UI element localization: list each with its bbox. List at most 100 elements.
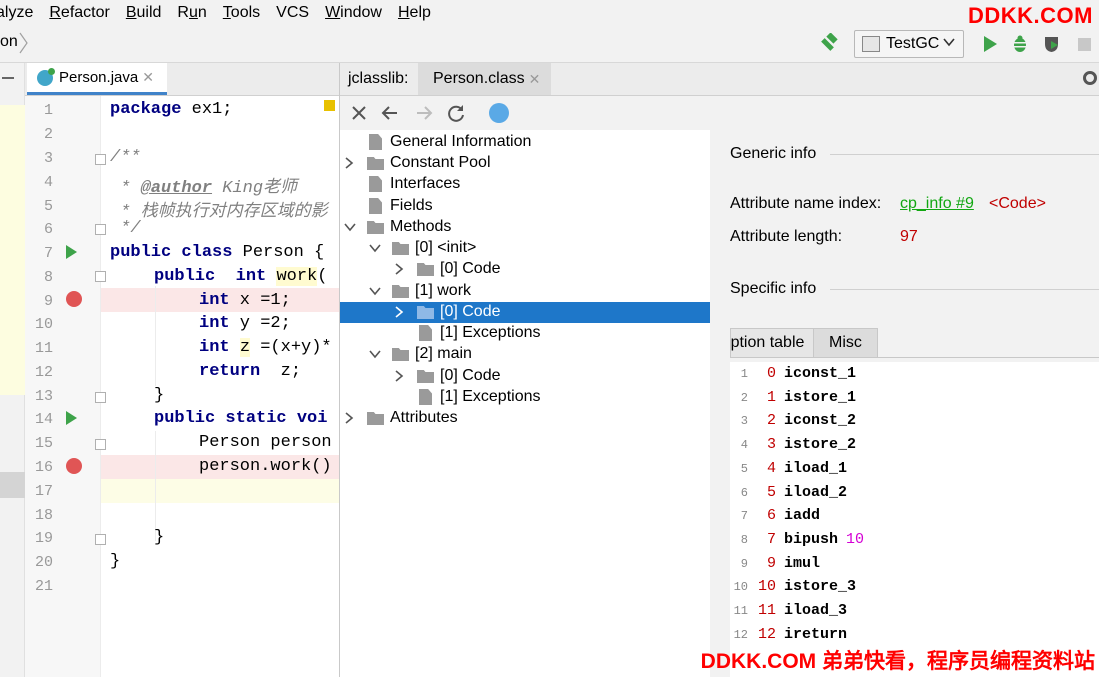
main-toolbar: on TestGC — [0, 25, 1099, 63]
tab-exception-table[interactable]: Exception table — [730, 328, 814, 358]
tree-item-constant-pool[interactable]: Constant Pool — [340, 153, 710, 174]
run-config-select[interactable]: TestGC — [854, 30, 964, 58]
chevron-right-icon[interactable] — [394, 305, 404, 319]
line-number: 4 — [43, 174, 53, 191]
fold-icon[interactable] — [95, 439, 106, 450]
fold-icon[interactable] — [95, 154, 106, 165]
tree-item-methods[interactable]: Methods — [340, 217, 710, 238]
name-index-label: Attribute name index: — [730, 195, 882, 212]
section-divider — [830, 154, 1099, 155]
opcode: iload_1 — [784, 459, 848, 477]
close-icon[interactable] — [348, 102, 370, 124]
tree-item-work-exceptions[interactable]: [1] Exceptions — [340, 323, 710, 344]
code-line: } — [154, 528, 165, 547]
run-icon[interactable] — [980, 34, 1000, 54]
fold-icon[interactable] — [95, 271, 106, 282]
coverage-icon[interactable] — [1042, 34, 1062, 54]
icon-gutter[interactable] — [65, 96, 101, 677]
tree-item-attributes[interactable]: Attributes — [340, 408, 710, 429]
tab-person-java[interactable]: Person.java ✕ — [27, 63, 167, 95]
bytecode-offset: 0 — [766, 365, 776, 382]
tree-item-method-main[interactable]: [2] main — [340, 344, 710, 365]
bytecode-instruction: iload_3 — [784, 602, 847, 619]
opcode: imul — [784, 554, 821, 572]
editor-tab-bar: Person.java ✕ — [25, 63, 340, 96]
menu-tools[interactable]: Tools — [223, 4, 260, 22]
line-number: 9 — [43, 293, 53, 310]
gear-icon[interactable] — [1083, 71, 1097, 85]
forward-icon[interactable] — [413, 102, 435, 124]
watermark-bottom: DDKK.COM 弟弟快看，程序员编程资料站 — [700, 650, 1095, 673]
menu-refactor[interactable]: Refactor — [49, 4, 109, 22]
opcode: iload_3 — [784, 602, 848, 619]
bytecode-row: 12 12 ireturn — [730, 624, 1099, 647]
tree-item-fields[interactable]: Fields — [340, 196, 710, 217]
bytecode-listing[interactable]: 1 0 iconst_1 2 1 istore_1 3 2 iconst_2 4 3 istore_2… — [730, 362, 1099, 677]
breakpoint-icon[interactable] — [66, 291, 82, 307]
line-number: 7 — [43, 245, 53, 262]
tree-item-interfaces[interactable]: Interfaces — [340, 174, 710, 195]
bytecode-offset: 5 — [766, 483, 776, 501]
code-line: int y =2; — [199, 314, 291, 333]
bytecode-instruction: bipush 10 — [784, 531, 864, 548]
browser-icon[interactable] — [489, 103, 509, 123]
breakpoint-icon[interactable] — [66, 458, 82, 474]
bytecode-row: 1 0 iconst_1 — [730, 363, 1099, 386]
run-gutter-icon[interactable] — [66, 245, 77, 259]
file-icon — [419, 389, 432, 405]
menu-vcs[interactable]: VCS — [276, 4, 309, 22]
debug-icon[interactable] — [1010, 34, 1030, 54]
fold-icon[interactable] — [95, 534, 106, 545]
chevron-right-icon[interactable] — [344, 411, 354, 425]
code-line: } — [154, 386, 165, 405]
jclasslib-toolbar — [340, 96, 1099, 130]
tree-item-general-information[interactable]: General Information — [340, 132, 710, 153]
chevron-right-icon[interactable] — [394, 369, 404, 383]
chevron-down-icon[interactable] — [369, 284, 381, 298]
chevron-down-icon[interactable] — [344, 220, 356, 234]
menu-help[interactable]: Help — [398, 4, 431, 22]
run-config-icon — [862, 36, 880, 52]
minimize-icon[interactable] — [2, 77, 14, 79]
menu-window[interactable]: Window — [325, 4, 382, 22]
opcode-argument: 10 — [846, 530, 865, 548]
stop-icon[interactable] — [1075, 34, 1095, 54]
fold-icon[interactable] — [95, 392, 106, 403]
code-line: package ex1; — [110, 100, 233, 119]
tree-item-main-exceptions[interactable]: [1] Exceptions — [340, 387, 710, 408]
bytecode-line-number: 1 — [740, 367, 748, 381]
tree-item-work-code[interactable]: [0] Code — [340, 302, 710, 323]
chevron-down-icon[interactable] — [369, 347, 381, 361]
tree-item-init-code[interactable]: [0] Code — [340, 259, 710, 280]
close-icon[interactable]: ✕ — [142, 69, 154, 86]
tree-item-method-work[interactable]: [1] work — [340, 281, 710, 302]
name-index-link[interactable]: cp_info #9 — [900, 195, 974, 213]
tab-misc[interactable]: Misc — [814, 328, 878, 358]
bytecode-line-number: 12 — [733, 627, 748, 642]
back-icon[interactable] — [379, 102, 401, 124]
chevron-down-icon[interactable] — [369, 241, 381, 255]
breadcrumb[interactable]: on — [0, 33, 18, 51]
line-number: 13 — [34, 388, 53, 405]
warning-marker-icon[interactable] — [324, 100, 335, 111]
tree-item-main-code[interactable]: [0] Code — [340, 366, 710, 387]
tab-person-class[interactable]: Person.class ✕ — [418, 63, 551, 95]
bytecode-offset: 10 — [757, 578, 776, 596]
build-hammer-icon[interactable] — [818, 32, 840, 55]
bytecode-offset: 12 — [757, 625, 776, 643]
chevron-right-icon[interactable] — [344, 156, 354, 170]
run-gutter-icon[interactable] — [66, 411, 77, 425]
menu-analyze[interactable]: alyze — [0, 4, 33, 22]
refresh-icon[interactable] — [445, 102, 467, 124]
line-number: 6 — [43, 221, 53, 238]
fold-icon[interactable] — [95, 224, 106, 235]
bytecode-offset: 4 — [766, 459, 776, 477]
menu-run[interactable]: Run — [177, 4, 206, 22]
chevron-right-icon[interactable] — [394, 262, 404, 276]
code-editor[interactable]: 1 2 3 4 5 6 7 8 9 10 11 12 13 14 15 16 1… — [25, 96, 340, 677]
specific-info-title: Specific info — [730, 280, 817, 297]
code-line: person.work() — [199, 457, 332, 476]
close-icon[interactable]: ✕ — [529, 71, 541, 88]
tree-item-method-init[interactable]: [0] <init> — [340, 238, 710, 259]
menu-build[interactable]: Build — [126, 4, 162, 22]
